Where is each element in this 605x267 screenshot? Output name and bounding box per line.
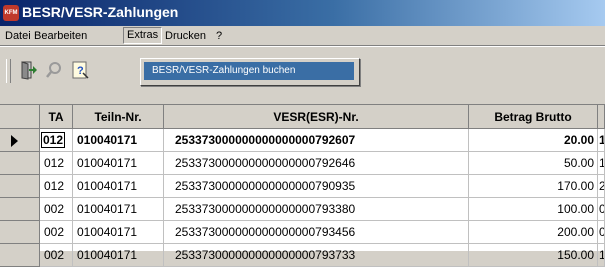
cell-vesr-text: 253373000000000000000793380: [175, 202, 356, 216]
cell-vesr-text: 253373000000000000000792607: [175, 133, 356, 147]
menu-bearbeiten[interactable]: Bearbeiten: [31, 29, 90, 44]
cell-teilnehmer[interactable]: 010040171: [73, 152, 164, 175]
cell-extra-text: 0: [599, 202, 604, 216]
cell-vesr-text: 253373000000000000000790935: [175, 179, 356, 193]
row-selector[interactable]: [0, 244, 40, 267]
cell-teilnehmer-text: 010040171: [77, 225, 138, 239]
cell-vesr[interactable]: 253373000000000000000790935: [164, 175, 469, 198]
cell-extra[interactable]: 0: [598, 221, 605, 244]
menu-help[interactable]: ?: [213, 29, 225, 44]
cell-ta[interactable]: 002: [40, 221, 73, 244]
cell-ta-text: 012: [41, 132, 66, 148]
cell-vesr-text: 253373000000000000000792646: [175, 156, 356, 170]
table-row[interactable]: 002 010040171 253373000000000000000793456 2…: [0, 221, 605, 244]
cell-ta[interactable]: 012: [40, 129, 73, 152]
cell-teilnehmer-text: 010040171: [77, 156, 138, 170]
cell-teilnehmer[interactable]: 010040171: [73, 198, 164, 221]
column-header-extra[interactable]: [598, 105, 605, 129]
row-selector[interactable]: [0, 175, 40, 198]
window-title: BESR/VESR-Zahlungen: [22, 4, 179, 20]
app-icon: KFM: [3, 5, 19, 21]
menu-item-besr-buchen[interactable]: BESR/VESR-Zahlungen buchen: [144, 62, 354, 80]
cell-extra[interactable]: 2: [598, 175, 605, 198]
exit-icon[interactable]: [17, 59, 39, 81]
extras-dropdown: BESR/VESR-Zahlungen buchen: [140, 58, 360, 86]
cell-betrag[interactable]: 20.00: [469, 129, 598, 152]
cell-teilnehmer-text: 010040171: [77, 248, 138, 262]
current-row-arrow-icon: [11, 135, 18, 147]
cell-betrag[interactable]: 200.00: [469, 221, 598, 244]
cell-vesr[interactable]: 253373000000000000000793380: [164, 198, 469, 221]
column-header-vesr[interactable]: VESR(ESR)-Nr.: [164, 105, 469, 129]
row-selector[interactable]: [0, 198, 40, 221]
cell-teilnehmer[interactable]: 010040171: [73, 221, 164, 244]
table-row[interactable]: 002 010040171 253373000000000000000793733 1…: [0, 244, 605, 267]
cell-extra[interactable]: 1: [598, 129, 605, 152]
svg-text:?: ?: [77, 65, 84, 77]
menu-drucken[interactable]: Drucken: [162, 29, 209, 44]
cell-ta[interactable]: 012: [40, 175, 73, 198]
cell-betrag[interactable]: 150.00: [469, 244, 598, 267]
cell-ta-text: 012: [44, 179, 65, 193]
cell-ta[interactable]: 012: [40, 152, 73, 175]
cell-extra-text: 1: [599, 248, 604, 262]
cell-extra[interactable]: 1: [598, 244, 605, 267]
cell-betrag[interactable]: 100.00: [469, 198, 598, 221]
cell-teilnehmer[interactable]: 010040171: [73, 129, 164, 152]
payments-grid: TA Teiln-Nr. VESR(ESR)-Nr. Betrag Brutto…: [0, 104, 605, 267]
cell-vesr-text: 253373000000000000000793733: [175, 248, 356, 262]
row-header-corner: [0, 105, 40, 129]
table-row[interactable]: 002 010040171 253373000000000000000793380 1…: [0, 198, 605, 221]
table-row[interactable]: 012 010040171 253373000000000000000790935 1…: [0, 175, 605, 198]
search-icon[interactable]: [43, 59, 65, 81]
help-icon[interactable]: ?: [69, 59, 91, 81]
cell-extra-text: 2: [599, 179, 604, 193]
cell-extra[interactable]: 0: [598, 198, 605, 221]
cell-ta-text: 012: [44, 156, 65, 170]
cell-ta-text: 002: [44, 225, 65, 239]
cell-betrag[interactable]: 170.00: [469, 175, 598, 198]
cell-teilnehmer[interactable]: 010040171: [73, 175, 164, 198]
cell-extra-text: 1: [599, 156, 604, 170]
cell-ta[interactable]: 002: [40, 244, 73, 267]
menu-extras[interactable]: Extras: [123, 27, 163, 44]
cell-ta[interactable]: 002: [40, 198, 73, 221]
cell-vesr[interactable]: 253373000000000000000793733: [164, 244, 469, 267]
row-selector[interactable]: [0, 152, 40, 175]
cell-teilnehmer-text: 010040171: [77, 133, 138, 147]
menu-bar: Datei Bearbeiten Extras Drucken ?: [0, 26, 605, 46]
cell-ta-text: 002: [44, 202, 65, 216]
row-selector[interactable]: [0, 129, 40, 152]
cell-vesr[interactable]: 253373000000000000000792646: [164, 152, 469, 175]
cell-betrag-text: 200.00: [557, 225, 594, 239]
column-header-ta[interactable]: TA: [40, 105, 73, 129]
cell-teilnehmer-text: 010040171: [77, 179, 138, 193]
cell-vesr-text: 253373000000000000000793456: [175, 225, 356, 239]
title-bar[interactable]: KFM BESR/VESR-Zahlungen: [0, 0, 605, 26]
cell-betrag-text: 100.00: [557, 202, 594, 216]
cell-extra[interactable]: 1: [598, 152, 605, 175]
row-selector[interactable]: [0, 221, 40, 244]
cell-teilnehmer-text: 010040171: [77, 202, 138, 216]
cell-extra-text: 1: [599, 133, 604, 147]
cell-vesr[interactable]: 253373000000000000000792607: [164, 129, 469, 152]
cell-extra-text: 0: [599, 225, 604, 239]
column-header-betrag[interactable]: Betrag Brutto: [469, 105, 598, 129]
cell-betrag[interactable]: 50.00: [469, 152, 598, 175]
cell-betrag-text: 150.00: [557, 248, 594, 262]
cell-vesr[interactable]: 253373000000000000000793456: [164, 221, 469, 244]
toolbar-grip[interactable]: [6, 59, 11, 83]
cell-teilnehmer[interactable]: 010040171: [73, 244, 164, 267]
table-row[interactable]: 012 010040171 253373000000000000000792646 5…: [0, 152, 605, 175]
cell-betrag-text: 20.00: [563, 133, 594, 147]
cell-betrag-text: 50.00: [563, 156, 594, 170]
cell-betrag-text: 170.00: [557, 179, 594, 193]
menu-datei[interactable]: Datei: [2, 29, 34, 44]
table-row[interactable]: 012 010040171 253373000000000000000792607 2…: [0, 129, 605, 152]
column-header-teilnehmer[interactable]: Teiln-Nr.: [73, 105, 164, 129]
cell-ta-text: 002: [44, 248, 65, 262]
